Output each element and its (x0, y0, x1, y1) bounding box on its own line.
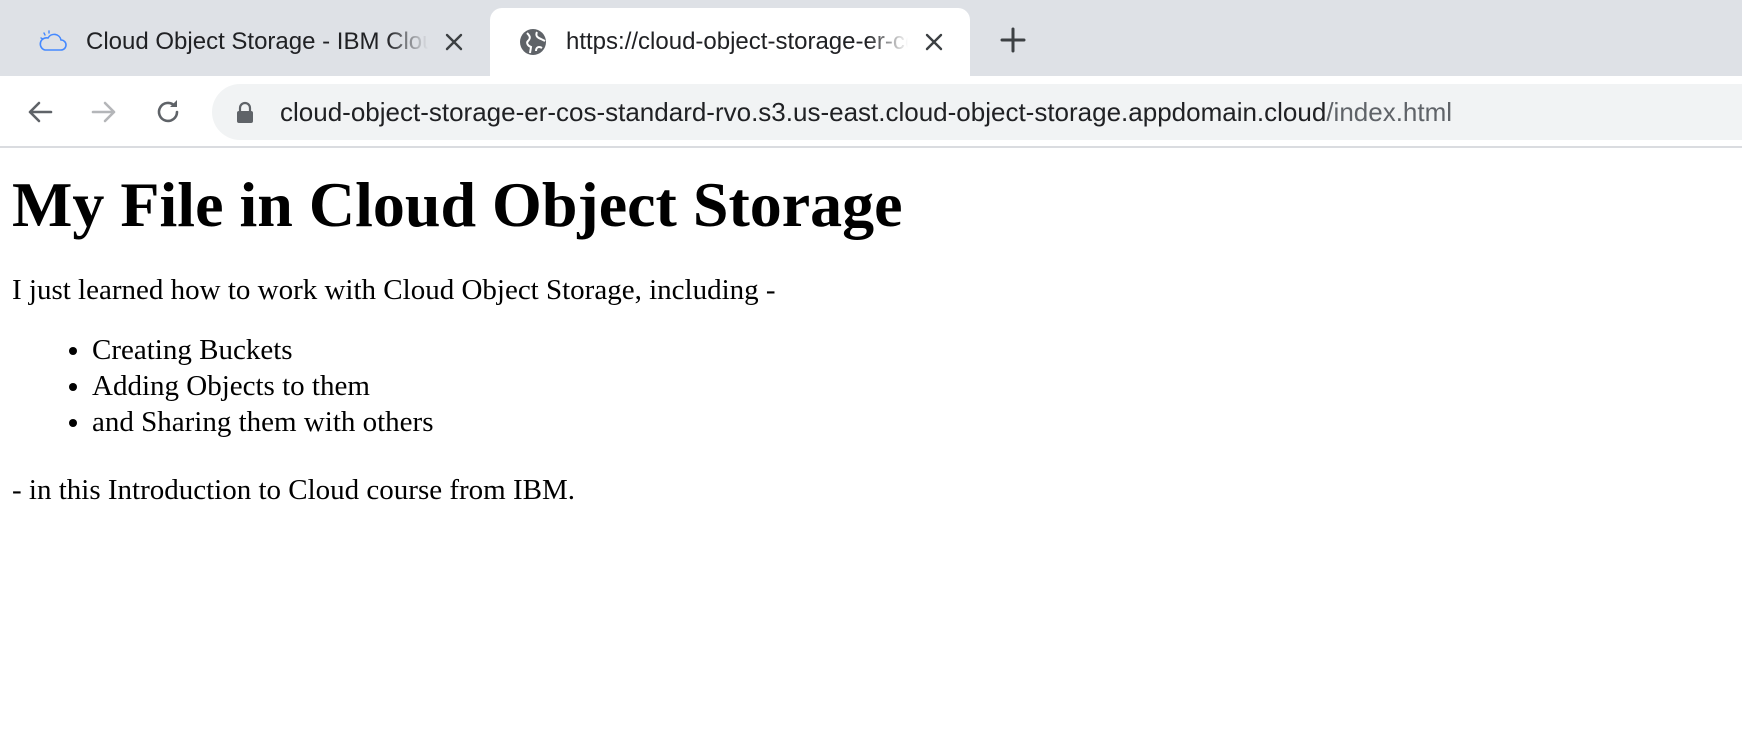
url-path: /index.html (1326, 96, 1453, 127)
close-icon[interactable] (914, 22, 954, 62)
tab-ibm-cloud[interactable]: Cloud Object Storage - IBM Cloud (0, 8, 490, 76)
tab-title: Cloud Object Storage - IBM Cloud (86, 28, 428, 55)
page-heading: My File in Cloud Object Storage (12, 169, 903, 240)
list-item: Adding Objects to them (92, 368, 1730, 404)
tab-strip: Cloud Object Storage - IBM Cloud https:/… (0, 0, 1742, 76)
list-item: and Sharing them with others (92, 404, 1730, 440)
close-icon[interactable] (434, 22, 474, 62)
reload-icon[interactable] (146, 90, 190, 134)
list-item: Creating Buckets (92, 332, 1730, 368)
lock-icon[interactable] (236, 100, 256, 124)
url-text: cloud-object-storage-er-cos-standard-rvo… (280, 97, 1452, 128)
page-content: My File in Cloud Object Storage I just l… (0, 148, 1742, 730)
outro-text: - in this Introduction to Cloud course f… (12, 473, 576, 506)
address-bar[interactable]: cloud-object-storage-er-cos-standard-rvo… (212, 84, 1742, 140)
forward-arrow-icon[interactable] (82, 90, 126, 134)
url-host: cloud-object-storage-er-cos-standard-rvo… (280, 96, 1327, 127)
intro-text: I just learned how to work with Cloud Ob… (12, 273, 776, 306)
topics-list: Creating Buckets Adding Objects to them … (12, 332, 1730, 440)
plus-icon[interactable] (993, 20, 1033, 60)
back-arrow-icon[interactable] (18, 90, 62, 134)
globe-icon (516, 25, 550, 59)
cloud-icon (36, 25, 70, 59)
browser-toolbar: cloud-object-storage-er-cos-standard-rvo… (0, 76, 1742, 148)
tab-title: https://cloud-object-storage-er-cos-stan… (566, 28, 908, 55)
tab-index-html[interactable]: https://cloud-object-storage-er-cos-stan… (490, 8, 970, 76)
